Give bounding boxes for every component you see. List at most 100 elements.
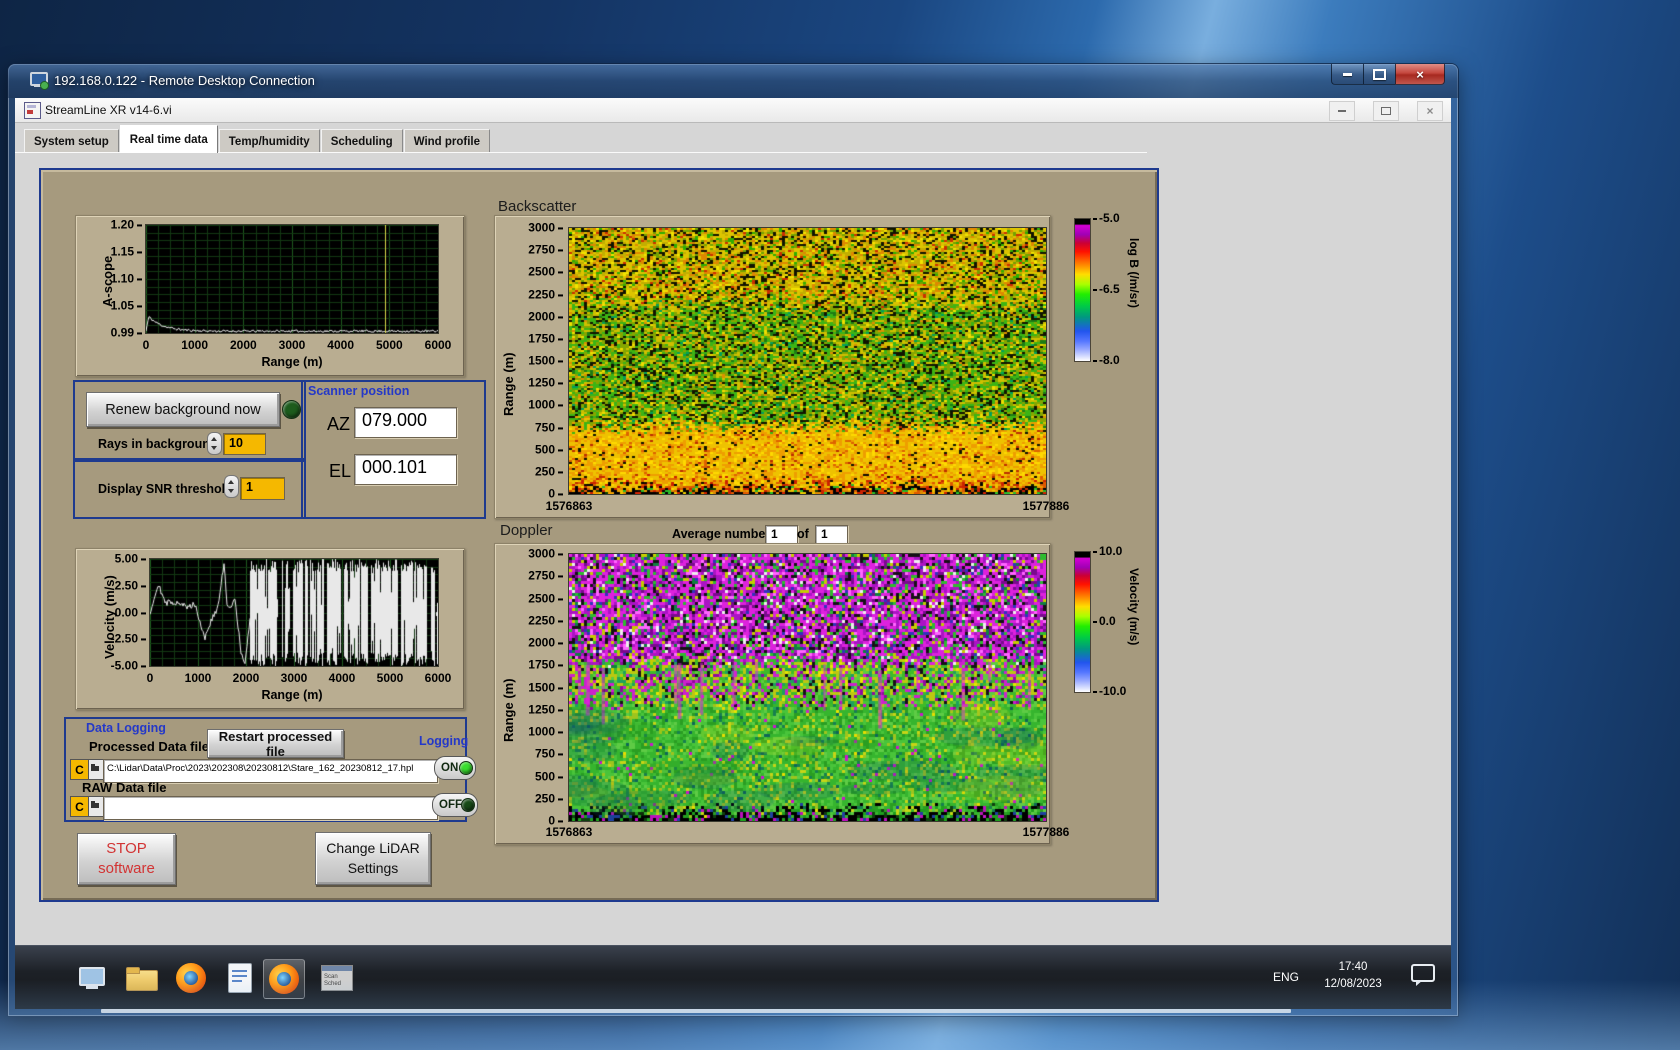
- tick-label: 1750: [528, 331, 563, 345]
- spin-down-icon[interactable]: [228, 489, 234, 493]
- velocity-graph: 5.00 2.50 0.00 -2.50 -5.00 Velocity (m/s) 01…: [75, 548, 465, 710]
- minimize-button[interactable]: [1331, 64, 1364, 85]
- backscatter-yticks: 3000 2750 2500 2250 2000 1750 1500 1250 1000 750 5…: [509, 220, 563, 500]
- doppler-x-end: 1577886: [1022, 825, 1070, 839]
- doppler-graph: 3000 2750 2500 2250 2000 1750 1500 1250 1000 750 5…: [494, 543, 1069, 845]
- firefox-active-icon[interactable]: [263, 959, 305, 999]
- tick-label: 1.05: [111, 298, 142, 312]
- renew-led-indicator: [282, 400, 301, 419]
- tick-label: 6000: [424, 338, 452, 352]
- tick-label: 2500: [528, 591, 563, 605]
- stop-label-line2: software: [98, 860, 155, 877]
- tick-label: 2000: [229, 338, 257, 352]
- app-titlebar[interactable]: StreamLine XR v14-6.vi ×: [15, 98, 1451, 123]
- desktop: 192.168.0.122 - Remote Desktop Connectio…: [0, 0, 1680, 1050]
- maximize-icon: [1373, 68, 1386, 80]
- rays-in-background-field[interactable]: 10: [223, 433, 266, 455]
- document-icon[interactable]: [220, 959, 260, 997]
- main-panel: 1.20 1.15 1.10 1.05 0.99 A-scope 0 1000 2000 30…: [39, 168, 1159, 902]
- app-window-title: StreamLine XR v14-6.vi: [45, 103, 172, 117]
- close-icon: ×: [1426, 104, 1434, 118]
- tick-label: 0.00: [115, 605, 146, 619]
- taskbar: Scan Sched ENG 17:40 12/08/2023: [15, 945, 1451, 1009]
- stop-label-line1: STOP: [106, 839, 147, 857]
- tick-label: -10.0: [1093, 684, 1126, 698]
- tick-label: 1250: [528, 376, 563, 390]
- tick-label: 500: [535, 442, 563, 456]
- processed-logging-toggle[interactable]: ON: [434, 756, 476, 780]
- maximize-button[interactable]: [1364, 64, 1395, 85]
- tick-label: 4000: [328, 671, 356, 685]
- average-number-label: Average number: [672, 527, 771, 541]
- spin-down-icon[interactable]: [211, 446, 217, 450]
- minimize-icon: [1343, 72, 1352, 76]
- scanner-position-box: Scanner position AZ 079.000 EL 000.101: [301, 380, 486, 519]
- raw-path-field[interactable]: [103, 796, 438, 820]
- velocity-ylabel: Velocity (m/s): [102, 575, 117, 659]
- backscatter-graph: 3000 2750 2500 2250 2000 1750 1500 1250 1000 750 5…: [494, 215, 1069, 519]
- close-button[interactable]: ×: [1395, 64, 1445, 85]
- app-restore-button[interactable]: [1373, 101, 1399, 121]
- tick-label: 0: [142, 338, 150, 352]
- raw-logging-toggle[interactable]: OFF: [432, 793, 478, 817]
- tab-system-setup[interactable]: System setup: [24, 129, 119, 153]
- processed-browse-button[interactable]: [88, 759, 104, 780]
- language-indicator[interactable]: ENG: [1269, 962, 1303, 992]
- scan-scheduler-icon[interactable]: Scan Sched: [317, 959, 357, 997]
- tab-temp-humidity[interactable]: Temp/humidity: [218, 129, 320, 153]
- tick-label: 1.10: [111, 271, 142, 285]
- stop-software-button[interactable]: STOP software: [77, 833, 176, 885]
- tick-label: -5.00: [111, 658, 146, 672]
- backscatter-colorbar-label: log B (/m/sr): [1127, 238, 1141, 309]
- el-label: EL: [329, 461, 352, 481]
- tick-label: 1000: [528, 398, 563, 412]
- az-label: AZ: [327, 414, 351, 434]
- spin-up-icon[interactable]: [228, 480, 234, 484]
- tick-label: 2750: [528, 569, 563, 583]
- restart-processed-file-button[interactable]: Restart processed file: [207, 729, 344, 759]
- velocity-xticks: 0 1000 2000 3000 4000 5000 6000: [147, 671, 452, 685]
- app-close-button[interactable]: ×: [1417, 101, 1443, 121]
- rdp-icon: [30, 72, 49, 90]
- folder-icon[interactable]: [121, 959, 161, 997]
- rays-spinner[interactable]: [207, 432, 222, 455]
- ascope-xticks: 0 1000 2000 3000 4000 5000 6000: [142, 338, 452, 352]
- az-value-field: 079.000: [354, 407, 457, 438]
- desktop-icon[interactable]: [72, 959, 112, 997]
- raw-drive-box[interactable]: C: [70, 796, 89, 817]
- backscatter-x-start: 1576863: [545, 499, 593, 513]
- tab-real-time-data[interactable]: Real time data: [119, 125, 218, 153]
- tick-label: 2000: [232, 671, 260, 685]
- processed-drive-box[interactable]: C: [70, 759, 89, 780]
- processed-data-file-label: Processed Data file: [89, 739, 209, 754]
- firefox-icon[interactable]: [171, 959, 211, 997]
- ascope-ylabel: A-scope: [100, 255, 115, 307]
- tick-label: 750: [535, 747, 563, 761]
- change-lidar-settings-button[interactable]: Change LiDAR Settings: [315, 832, 431, 885]
- tick-label: 1750: [528, 658, 563, 672]
- notification-icon[interactable]: [1411, 964, 1435, 986]
- average-total-field[interactable]: 1: [815, 525, 848, 545]
- tab-scheduling[interactable]: Scheduling: [320, 129, 403, 153]
- raw-browse-button[interactable]: [88, 796, 104, 817]
- app-minimize-button[interactable]: [1329, 101, 1355, 121]
- tick-label: 3000: [278, 338, 306, 352]
- tick-label: 1250: [528, 702, 563, 716]
- average-number-field[interactable]: 1: [765, 525, 798, 545]
- minimize-icon: [1338, 110, 1346, 112]
- snr-spinner[interactable]: [224, 475, 239, 498]
- backscatter-colorbar: [1074, 218, 1091, 362]
- restore-icon: [1381, 107, 1391, 115]
- tick-label: 1500: [528, 353, 563, 367]
- spin-up-icon[interactable]: [211, 437, 217, 441]
- rdp-titlebar[interactable]: 192.168.0.122 - Remote Desktop Connectio…: [8, 64, 1458, 98]
- logging-label: Logging: [419, 734, 469, 748]
- snr-threshold-field[interactable]: 1: [240, 477, 285, 500]
- tick-label: 3000: [528, 546, 563, 560]
- tab-wind-profile[interactable]: Wind profile: [403, 129, 491, 153]
- folder-icon: [91, 766, 99, 771]
- renew-background-button[interactable]: Renew background now: [86, 392, 280, 427]
- change-label-line1: Change LiDAR: [326, 839, 420, 856]
- tick-label: -5.0: [1093, 211, 1120, 225]
- taskbar-clock[interactable]: 17:40 12/08/2023: [1307, 959, 1399, 992]
